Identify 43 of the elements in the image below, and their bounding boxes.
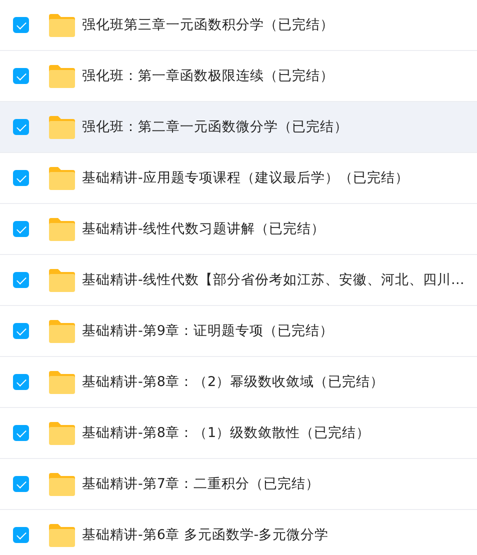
checkbox[interactable] — [13, 221, 29, 237]
folder-icon — [49, 421, 75, 445]
folder-row[interactable]: 基础精讲-第7章：二重积分（已完结） — [0, 459, 477, 510]
folder-row[interactable]: 基础精讲-第8章：（1）级数敛散性（已完结） — [0, 408, 477, 459]
folder-icon — [49, 64, 75, 88]
checkbox[interactable] — [13, 425, 29, 441]
folder-name[interactable]: 基础精讲-应用题专项课程（建议最后学）（已完结） — [82, 168, 409, 188]
folder-name[interactable]: 基础精讲-第8章：（1）级数敛散性（已完结） — [82, 422, 370, 444]
folder-icon — [49, 370, 75, 394]
checkbox[interactable] — [13, 323, 29, 339]
folder-row[interactable]: 基础精讲-应用题专项课程（建议最后学）（已完结） — [0, 153, 477, 204]
folder-name[interactable]: 基础精讲-第7章：二重积分（已完结） — [82, 474, 320, 494]
checkbox[interactable] — [13, 68, 29, 84]
folder-row[interactable]: 基础精讲-第8章：（2）幂级数收敛域（已完结） — [0, 357, 477, 408]
checkbox[interactable] — [13, 119, 29, 135]
checkbox[interactable] — [13, 272, 29, 288]
folder-name[interactable]: 基础精讲-线性代数习题讲解（已完结） — [82, 218, 325, 240]
folder-name[interactable]: 基础精讲-第9章：证明题专项（已完结） — [82, 320, 334, 342]
folder-icon — [49, 319, 75, 343]
checkbox[interactable] — [13, 170, 29, 186]
folder-row[interactable]: 强化班第三章一元函数积分学（已完结） — [0, 0, 477, 51]
folder-name[interactable]: 基础精讲-线性代数【部分省份考如江苏、安徽、河北、四川… — [82, 270, 464, 290]
folder-name[interactable]: 强化班：第二章一元函数微分学（已完结） — [82, 116, 348, 138]
folder-icon — [49, 115, 75, 139]
folder-icon — [49, 268, 75, 292]
folder-icon — [49, 217, 75, 241]
folder-row[interactable]: 基础精讲-第9章：证明题专项（已完结） — [0, 306, 477, 357]
folder-icon — [49, 472, 75, 496]
folder-row[interactable]: 强化班：第二章一元函数微分学（已完结） — [0, 102, 477, 153]
folder-icon — [49, 166, 75, 190]
folder-name[interactable]: 强化班：第一章函数极限连续（已完结） — [82, 66, 334, 86]
checkbox[interactable] — [13, 476, 29, 492]
folder-row[interactable]: 基础精讲-第6章 多元函数学-多元微分学 — [0, 510, 477, 555]
checkbox[interactable] — [13, 374, 29, 390]
folder-row[interactable]: 基础精讲-线性代数习题讲解（已完结） — [0, 204, 477, 255]
checkbox[interactable] — [13, 527, 29, 543]
folder-name[interactable]: 基础精讲-第6章 多元函数学-多元微分学 — [82, 524, 329, 546]
folder-row[interactable]: 基础精讲-线性代数【部分省份考如江苏、安徽、河北、四川… — [0, 255, 477, 306]
checkbox[interactable] — [13, 17, 29, 33]
folder-name[interactable]: 强化班第三章一元函数积分学（已完结） — [82, 14, 334, 36]
folder-name[interactable]: 基础精讲-第8章：（2）幂级数收敛域（已完结） — [82, 372, 384, 392]
folder-icon — [49, 523, 75, 547]
folder-icon — [49, 13, 75, 37]
